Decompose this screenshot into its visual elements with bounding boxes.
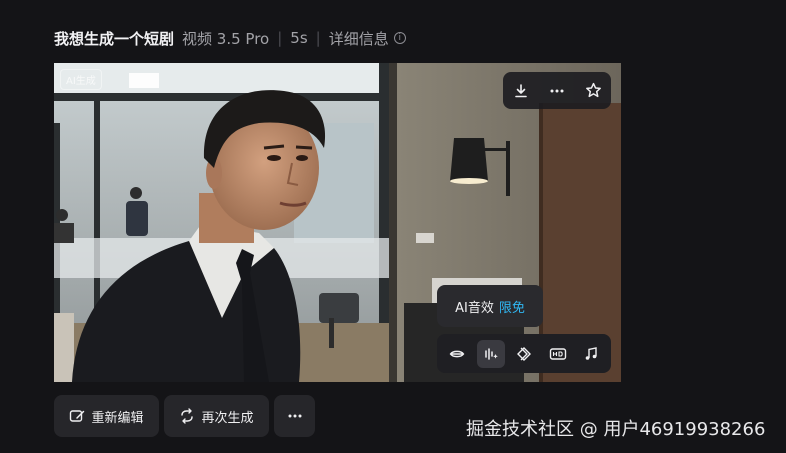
reedit-label: 重新编辑 xyxy=(91,410,144,426)
duration-label: 5s xyxy=(290,29,308,47)
tooltip-label: AI音效 xyxy=(455,300,494,316)
ai-generated-badge: AI生成 xyxy=(60,69,102,90)
header: 我想生成一个短剧 视频 3.5 Pro | 5s | 详细信息 i xyxy=(54,26,406,50)
details-link[interactable]: 详细信息 xyxy=(329,28,389,49)
prompt-title: 我想生成一个短剧 xyxy=(54,29,175,48)
regenerate-button[interactable]: 再次生成 xyxy=(164,395,269,437)
diamond-icon xyxy=(517,346,531,361)
video-top-toolbar xyxy=(503,72,611,109)
download-icon xyxy=(515,83,527,97)
effects-button[interactable] xyxy=(510,340,538,368)
more-horizontal-icon xyxy=(550,89,564,92)
more-options-button[interactable] xyxy=(543,77,571,105)
model-label: 视频 3.5 Pro xyxy=(182,29,270,48)
ai-sound-effect-button[interactable] xyxy=(476,339,505,368)
regenerate-label: 再次生成 xyxy=(201,410,254,426)
watermark: 掘金技术社区 @ 用户46919938266 xyxy=(466,419,766,440)
hd-upscale-button[interactable] xyxy=(544,340,572,368)
more-horizontal-icon xyxy=(288,414,301,418)
ai-sound-tooltip: AI音效 限免 xyxy=(437,285,543,327)
download-button[interactable] xyxy=(507,77,535,105)
lip-sync-icon xyxy=(449,350,465,357)
music-note-icon xyxy=(585,346,597,360)
free-tag: 限免 xyxy=(498,300,525,316)
lip-sync-button[interactable] xyxy=(443,340,471,368)
edit-icon xyxy=(69,408,85,424)
video-edit-toolbar xyxy=(437,334,611,373)
favorite-button[interactable] xyxy=(579,77,607,105)
separator: | xyxy=(277,29,283,47)
reedit-button[interactable]: 重新编辑 xyxy=(54,395,159,437)
star-icon xyxy=(585,82,601,98)
hd-icon xyxy=(549,347,566,360)
add-music-button[interactable] xyxy=(577,340,605,368)
info-icon[interactable]: i xyxy=(393,32,406,44)
refresh-icon xyxy=(179,408,195,424)
separator: | xyxy=(315,29,321,47)
more-actions-button[interactable] xyxy=(274,395,315,437)
ai-sound-effect-icon xyxy=(484,347,498,360)
